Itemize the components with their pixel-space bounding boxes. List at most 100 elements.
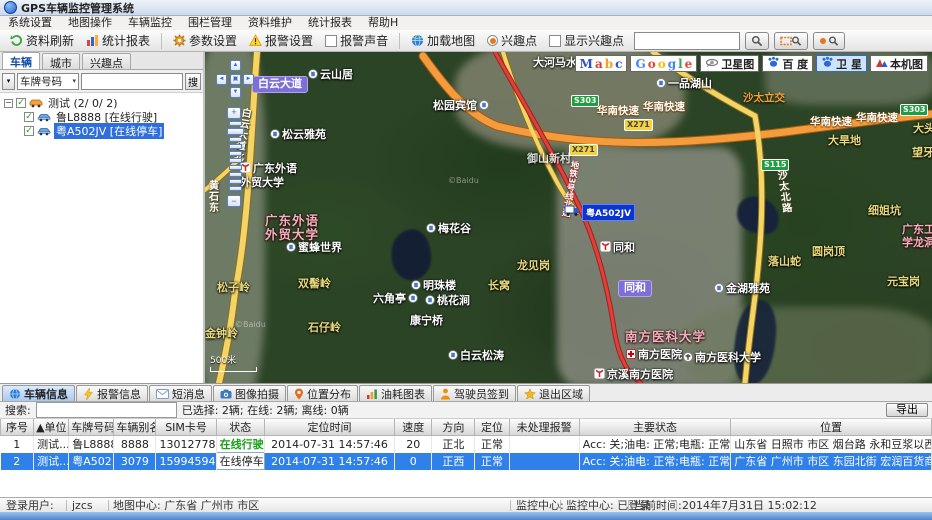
table-cell: 粤A502... xyxy=(69,453,114,470)
table-cell: 20 xyxy=(395,436,432,453)
column-header-5[interactable]: 状态 xyxy=(216,419,264,436)
zoom-handle[interactable] xyxy=(227,128,244,135)
tree-group-row[interactable]: −✓测试 (2/ 0/ 2) xyxy=(0,96,203,110)
column-header-0[interactable]: 序号 xyxy=(1,419,34,436)
column-header-4[interactable]: SIM卡号 xyxy=(156,419,216,436)
map-label: 落山蛇 xyxy=(768,256,801,269)
sidebar-tab-0[interactable]: 车辆 xyxy=(2,52,40,69)
checkbox-icon[interactable]: ✓ xyxy=(16,98,26,108)
toolbar-button-7[interactable]: 显示兴趣点 xyxy=(543,31,630,50)
map-provider-0[interactable]: Mabc xyxy=(575,55,628,72)
bottom-tab-4[interactable]: 位置分布 xyxy=(287,385,358,401)
map-search-button[interactable] xyxy=(745,32,769,50)
tree-vehicle-row[interactable]: ✓鲁L8888 [在线行驶] xyxy=(0,110,203,124)
logo-letter: l xyxy=(678,57,683,71)
pan-down-button[interactable]: ▼ xyxy=(230,87,241,98)
status-divider xyxy=(66,500,67,511)
map-center-status: 地图中心: 广东省 广州市 市区 xyxy=(113,499,259,512)
map-label: 望牙头 xyxy=(912,147,932,160)
map-label: 一品湖山 xyxy=(656,78,712,92)
menu-item-2[interactable]: 车辆监控 xyxy=(120,16,180,30)
menu-item-6[interactable]: 帮助H xyxy=(360,16,406,30)
column-header-9[interactable]: 定位 xyxy=(475,419,509,436)
export-button[interactable]: 导出 xyxy=(886,403,928,417)
table-cell: Acc: 关;油电: 正常;电瓶: 正常;未... xyxy=(579,453,730,470)
grid-search-input[interactable] xyxy=(36,402,177,418)
toolbar-button-0[interactable]: 资料刷新 xyxy=(4,31,80,50)
checkbox-icon[interactable]: ✓ xyxy=(24,112,34,122)
map-label: 圆岗顶 xyxy=(812,246,845,259)
pan-up-button[interactable]: ▲ xyxy=(230,60,241,71)
poi-search-button[interactable] xyxy=(813,32,845,50)
bottom-tab-6[interactable]: 驾驶员签到 xyxy=(433,385,516,401)
column-header-3[interactable]: 车辆别名 xyxy=(114,419,156,436)
table-row[interactable]: 1测试...鲁L8888888813012778400在线行驶2014-07-3… xyxy=(1,436,932,453)
bottom-tab-label: 短消息 xyxy=(172,386,205,402)
menu-bar: 系统设置地图操作车辆监控围栏管理资料维护统计报表帮助H xyxy=(0,16,932,31)
satellite-icon xyxy=(705,57,719,71)
zoom-in-button[interactable]: + xyxy=(227,107,241,119)
collapse-icon[interactable]: − xyxy=(4,99,13,108)
paw-icon xyxy=(821,56,834,71)
pan-center-button[interactable]: ▣ xyxy=(230,74,241,85)
toolbar-search-input[interactable] xyxy=(634,32,740,50)
toolbar-button-5[interactable]: 加载地图 xyxy=(405,31,481,50)
map-provider-5[interactable]: 本机图 xyxy=(870,55,928,72)
toolbar-button-1[interactable]: 统计报表 xyxy=(80,31,156,50)
bottom-tab-label: 位置分布 xyxy=(307,386,351,402)
vehicle-marker[interactable]: 粤A502JV xyxy=(564,204,635,221)
mail-icon xyxy=(156,389,169,399)
rect-select-search-button[interactable] xyxy=(774,32,808,50)
menu-item-0[interactable]: 系统设置 xyxy=(0,16,60,30)
column-header-8[interactable]: 方向 xyxy=(432,419,475,436)
toolbar-button-3[interactable]: 报警设置 xyxy=(243,31,319,50)
column-header-6[interactable]: 定位时间 xyxy=(264,419,394,436)
map-provider-2[interactable]: 卫星图 xyxy=(700,55,759,72)
map-provider-1[interactable]: Google xyxy=(630,55,697,72)
checkbox-icon[interactable] xyxy=(549,35,561,47)
map-label: 长窝 xyxy=(488,280,510,293)
column-header-7[interactable]: 速度 xyxy=(395,419,432,436)
pan-left-button[interactable]: ◄ xyxy=(216,74,227,85)
map-label: 金湖雅苑 xyxy=(714,283,770,297)
zoom-slider[interactable] xyxy=(227,121,243,191)
filter-field-combo[interactable]: 车牌号码 ▾ xyxy=(17,73,79,90)
toolbar-button-4[interactable]: 报警声音 xyxy=(319,31,394,50)
checkbox-icon[interactable]: ✓ xyxy=(24,126,34,136)
map-provider-4[interactable]: 卫 星 xyxy=(816,55,867,72)
map-canvas[interactable]: 白云大道同和云山居松云雅苑松园宾馆蜜蜂世界大河马水上世界一品湖山梅花谷明珠楼六角… xyxy=(205,52,932,383)
radio-icon[interactable] xyxy=(487,35,498,46)
map-label-text: 梅花谷 xyxy=(438,222,471,235)
menu-item-3[interactable]: 围栏管理 xyxy=(180,16,240,30)
table-cell: 在线行驶 xyxy=(216,436,264,453)
bottom-tab-5[interactable]: 油耗图表 xyxy=(359,385,432,401)
bottom-tab-1[interactable]: 报警信息 xyxy=(76,385,148,401)
checkbox-icon[interactable] xyxy=(325,35,337,47)
sidebar-tab-1[interactable]: 城市 xyxy=(42,53,80,69)
truck-icon xyxy=(564,204,580,220)
table-row[interactable]: 2测试...粤A502...307915994594434在线停车2014-07… xyxy=(1,453,932,470)
toolbar-button-6[interactable]: 兴趣点 xyxy=(481,31,543,50)
bottom-tab-7[interactable]: 退出区域 xyxy=(517,385,590,401)
column-header-2[interactable]: 车牌号码 xyxy=(69,419,114,436)
bottom-tab-0[interactable]: 车辆信息 xyxy=(2,385,75,401)
map-provider-3[interactable]: 百 度 xyxy=(762,55,813,72)
toolbar-button-2[interactable]: 参数设置 xyxy=(167,31,243,50)
zoom-out-button[interactable]: − xyxy=(227,195,241,207)
menu-item-1[interactable]: 地图操作 xyxy=(60,16,120,30)
filter-dropdown-button[interactable]: ▾ xyxy=(2,73,15,90)
column-header-1[interactable]: ▲单位 xyxy=(34,419,69,436)
tree-vehicle-row[interactable]: ✓粤A502JV [在线停车] xyxy=(0,124,203,138)
column-header-10[interactable]: 未处理报警 xyxy=(509,419,579,436)
bottom-tab-3[interactable]: 图像拍摄 xyxy=(213,385,286,401)
column-header-11[interactable]: 主要状态 xyxy=(579,419,730,436)
sidebar-tab-2[interactable]: 兴趣点 xyxy=(82,53,131,69)
bottom-tab-2[interactable]: 短消息 xyxy=(149,385,212,401)
pan-right-button[interactable]: ► xyxy=(243,74,254,85)
plate-search-input[interactable] xyxy=(81,73,183,90)
column-header-12[interactable]: 位置 xyxy=(731,419,932,436)
logo-letter: b xyxy=(605,57,613,71)
plate-search-button[interactable]: 搜 xyxy=(185,73,201,90)
menu-item-5[interactable]: 统计报表 xyxy=(300,16,360,30)
menu-item-4[interactable]: 资料维护 xyxy=(240,16,300,30)
